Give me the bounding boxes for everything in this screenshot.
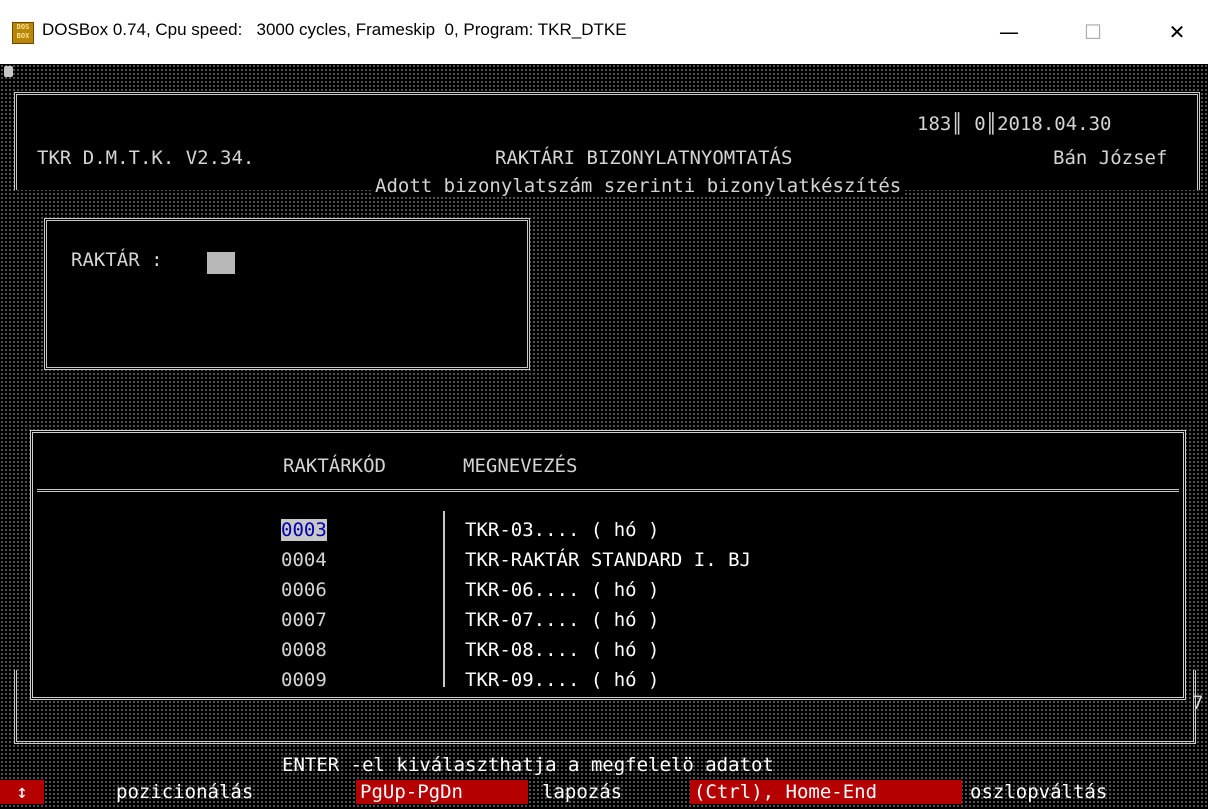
- arrow-keys-icon: ↕: [0, 780, 44, 804]
- list-item[interactable]: 0008 TKR-08.... ( hó ): [33, 639, 1173, 669]
- close-icon: ✕: [1168, 20, 1186, 44]
- list-item[interactable]: 0007 TKR-07.... ( hó ): [33, 609, 1173, 639]
- minimize-button[interactable]: —: [986, 10, 1032, 54]
- window-title: DOSBox 0.74, Cpu speed: 3000 cycles, Fra…: [42, 20, 627, 39]
- list-item-name: TKR-07.... ( hó ): [465, 609, 660, 631]
- list-item-code: 0003: [281, 519, 327, 541]
- minimize-icon: —: [999, 20, 1019, 44]
- key-desc-column-switch: oszlopváltás: [970, 781, 1108, 803]
- warehouse-prompt-label: RAKTÁR :: [71, 249, 163, 271]
- list-item[interactable]: 0009 TKR-09.... ( hó ): [33, 669, 1173, 699]
- dos-screen[interactable]: 183║ 0║2018.04.30 TKR D.M.T.K. V2.34. RA…: [0, 64, 1208, 809]
- list-item-code: 0007: [281, 609, 327, 631]
- close-button[interactable]: ✕: [1154, 10, 1200, 54]
- list-item-code: 0008: [281, 639, 327, 661]
- list-item[interactable]: 0003 TKR-03.... ( hó ): [33, 519, 1173, 549]
- list-item-name: TKR-08.... ( hó ): [465, 639, 660, 661]
- program-title: RAKTÁRI BIZONYLATNYOMTATÁS: [495, 147, 793, 169]
- warehouse-input-cursor[interactable]: [207, 252, 235, 274]
- column-header-code: RAKTÁRKÓD: [283, 455, 386, 477]
- list-item[interactable]: 0006 TKR-06.... ( hó ): [33, 579, 1173, 609]
- system-menu-icon[interactable]: [4, 66, 13, 77]
- list-item-code: 0006: [281, 579, 327, 601]
- maximize-button[interactable]: ☐: [1070, 10, 1116, 54]
- key-pgup-pgdn: PgUp-PgDn: [356, 780, 528, 804]
- warehouse-selection-list[interactable]: RAKTÁRKÓD MEGNEVEZÉS 0003 TKR-03.... ( h…: [30, 430, 1186, 700]
- enter-hint: ENTER -el kiválaszthatja a megfelelö ada…: [282, 754, 774, 776]
- key-desc-position: pozicionálás: [116, 781, 254, 803]
- user-name: Bán József: [1053, 147, 1168, 169]
- header-separator: [37, 489, 1179, 496]
- list-item[interactable]: 0004 TKR-RAKTÁR STANDARD I. BJ: [33, 549, 1173, 579]
- program-header: 183║ 0║2018.04.30 TKR D.M.T.K. V2.34. RA…: [14, 92, 1200, 197]
- list-item-name: TKR-06.... ( hó ): [465, 579, 660, 601]
- key-ctrl-home-end: (Ctrl), Home-End: [690, 780, 962, 804]
- product-version: TKR D.M.T.K. V2.34.: [37, 147, 255, 169]
- list-item-code: 0009: [281, 669, 327, 691]
- header-counter-date: 183║ 0║2018.04.30: [915, 113, 1114, 135]
- dosbox-app-icon[interactable]: DOS BOX: [12, 22, 34, 44]
- maximize-icon: ☐: [1084, 20, 1102, 44]
- list-item-name: TKR-09.... ( hó ): [465, 669, 660, 691]
- program-subtitle: Adott bizonylatszám szerinti bizonylatké…: [371, 175, 906, 197]
- warehouse-prompt-box: RAKTÁR :: [44, 218, 530, 370]
- frame-digit: 7: [1192, 692, 1204, 714]
- list-item-name: TKR-03.... ( hó ): [465, 519, 660, 541]
- column-header-name: MEGNEVEZÉS: [463, 455, 578, 477]
- key-desc-paging: lapozás: [542, 781, 623, 803]
- key-help-bar: ↕ pozicionálás PgUp-PgDn lapozás (Ctrl),…: [0, 780, 1208, 804]
- list-item-code: 0004: [281, 549, 327, 571]
- window-title-bar[interactable]: DOS BOX DOSBox 0.74, Cpu speed: 3000 cyc…: [0, 0, 1208, 64]
- list-item-name: TKR-RAKTÁR STANDARD I. BJ: [465, 549, 751, 571]
